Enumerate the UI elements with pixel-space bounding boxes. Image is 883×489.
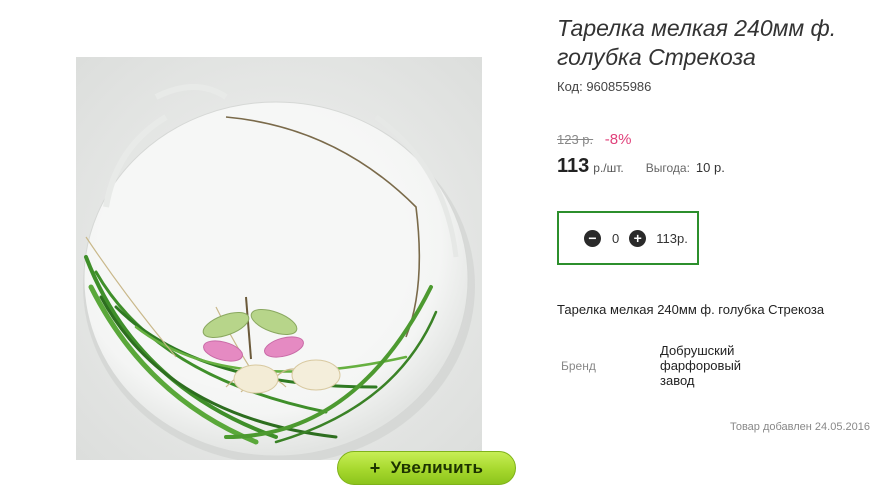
product-description: Тарелка мелкая 240мм ф. голубка Стрекоза [557, 302, 825, 317]
old-price-row: 123 р. -8% [557, 131, 631, 148]
discount-badge: -8% [604, 131, 632, 148]
product-image[interactable] [76, 57, 482, 460]
quantity-stepper: − 0 + 113р. [557, 211, 699, 265]
price-unit: р./шт. [593, 161, 624, 175]
benefit-value: 10 р. [695, 160, 725, 175]
brand-value: Добрушский фарфоровый завод [660, 343, 742, 388]
zoom-button-label: Увеличить [390, 458, 484, 477]
current-price: 113 [557, 155, 590, 177]
quantity-value: 0 [612, 230, 620, 246]
added-date: Товар добавлен 24.05.2016 [729, 421, 870, 433]
zoom-button[interactable]: + Увеличить [337, 451, 516, 485]
cart-total: 113р. [656, 230, 688, 246]
benefit-label: Выгода: [645, 161, 690, 175]
price-row: 113 р./шт. Выгода: 10 р. [557, 155, 725, 178]
plus-circle-icon[interactable]: + [629, 229, 647, 247]
brand-label: Бренд [561, 359, 596, 373]
product-title: Тарелка мелкая 240мм ф. голубка Стрекоза [557, 15, 837, 70]
plus-icon: + [369, 457, 381, 478]
product-code: Код: 960855986 [557, 79, 652, 94]
old-price: 123 р. [557, 132, 594, 147]
minus-icon[interactable]: − [584, 229, 601, 247]
